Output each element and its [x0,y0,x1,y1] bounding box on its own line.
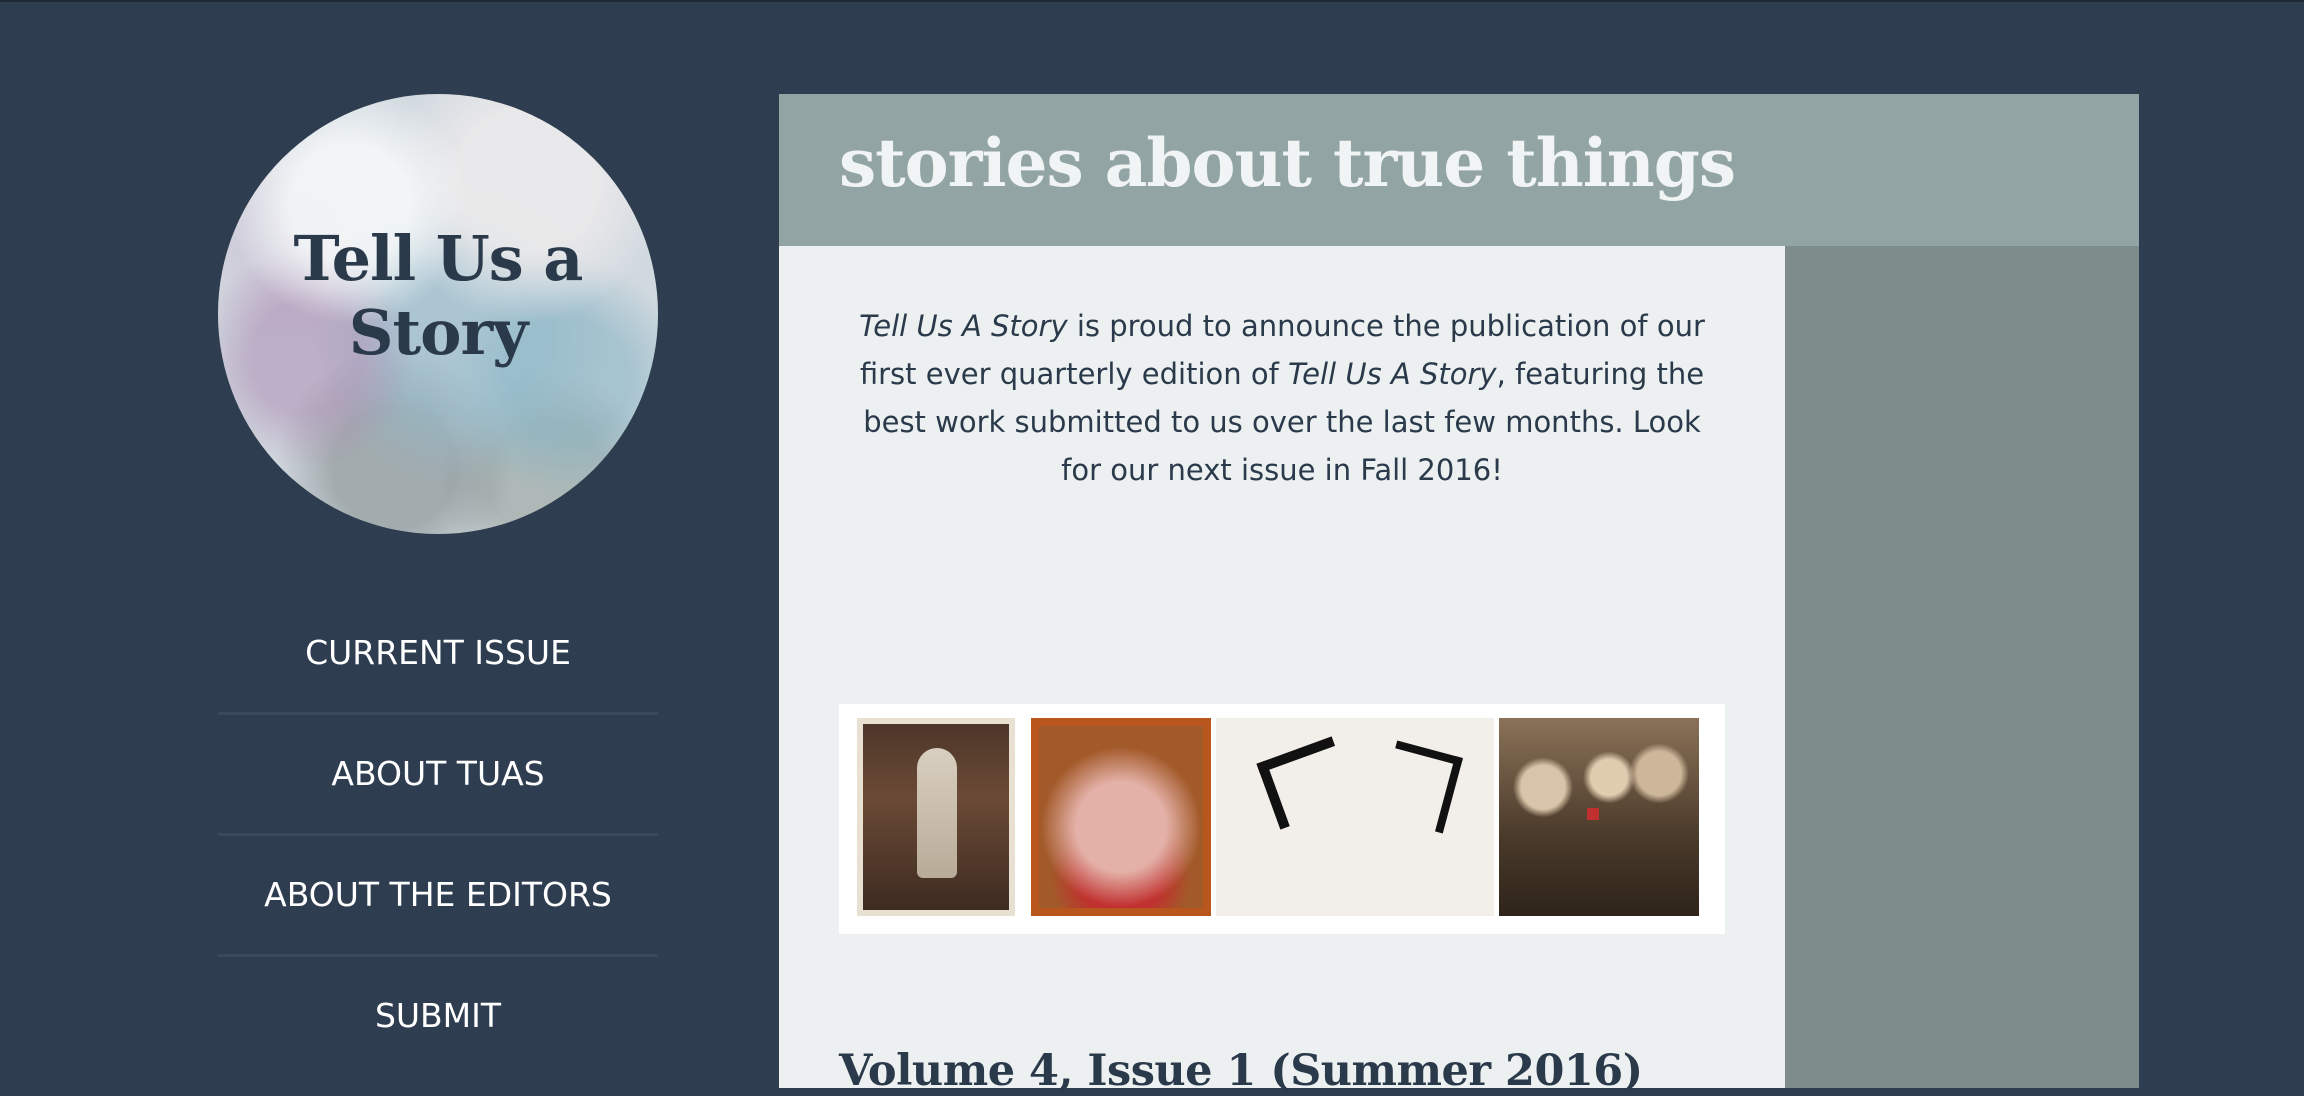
banner-ink-drawing [1216,718,1494,916]
announcement-text: Tell Us A Story is proud to announce the… [839,302,1725,494]
announcement-title-1: Tell Us A Story [859,309,1068,343]
nav-item-about-tuas[interactable]: ABOUT TUAS [218,715,658,836]
right-column [1785,246,2139,1088]
announcement-title-2: Tell Us A Story [1288,357,1497,391]
volume-title[interactable]: Volume 4, Issue 1 (Summer 2016) [839,1046,1643,1096]
site-tagline: stories about true things [839,124,1736,202]
banner-family-photo [1499,718,1699,916]
main-content: stories about true things Tell Us A Stor… [779,94,2139,1096]
logo-title: Tell Us a Story [293,222,584,370]
nav-item-about-the-editors[interactable]: ABOUT THE EDITORS [218,836,658,957]
nav-item-current-issue[interactable]: CURRENT ISSUE [218,594,658,715]
content-column: Tell Us A Story is proud to announce the… [779,246,1785,1096]
banner-painting-face [1031,718,1211,916]
sidebar: Tell Us a Story CURRENT ISSUE ABOUT TUAS… [218,94,658,1075]
banner-photo-woman-seated [857,718,1015,916]
nav-item-submit[interactable]: SUBMIT [218,957,658,1075]
header-band: stories about true things [779,94,2139,246]
top-edge [0,0,2304,2]
main-nav: CURRENT ISSUE ABOUT TUAS ABOUT THE EDITO… [218,594,658,1075]
site-logo[interactable]: Tell Us a Story [218,94,658,534]
issue-banner-image[interactable] [839,704,1725,934]
